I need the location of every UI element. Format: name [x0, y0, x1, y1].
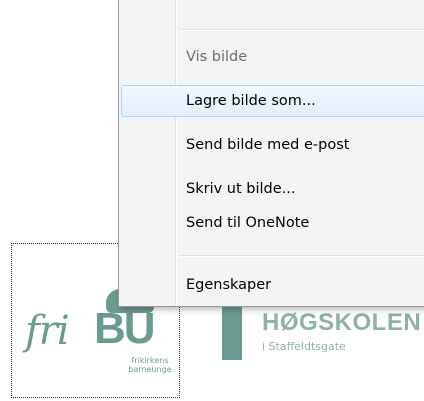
menu-separator	[179, 29, 424, 31]
menu-item-label: Lagre bilde som...	[186, 93, 316, 109]
menu-item-email-image[interactable]: Send bilde med e-post	[121, 129, 424, 161]
menu-separator	[179, 255, 424, 257]
fribu-logo-script-text: fri	[25, 308, 70, 354]
hogskolen-logo-subtitle: i Staffeldtsgate	[262, 340, 346, 353]
menu-item-label: Vis bilde	[186, 49, 248, 65]
menu-item-label: Egenskaper	[186, 277, 272, 293]
menu-item-properties[interactable]: Egenskaper	[121, 269, 424, 301]
menu-item-label: Send til OneNote	[186, 215, 310, 231]
menu-item-send-to-onenote[interactable]: Send til OneNote	[121, 207, 424, 239]
browser-viewport: fri BU frikirkens barneunge HØGSKOLEN i …	[0, 0, 424, 401]
fribu-logo-subtitle: frikirkens barneunge	[114, 356, 186, 374]
menu-item-print-image[interactable]: Skriv ut bilde...	[121, 173, 424, 205]
fribu-logo: fri BU frikirkens barneunge	[24, 289, 174, 379]
menu-item-label: Send bilde med e-post	[186, 137, 350, 153]
fribu-logo-block-text: BU	[94, 304, 156, 353]
fribu-subtitle-line-2: barneunge	[128, 365, 172, 374]
menu-item-label: Skriv ut bilde...	[186, 181, 296, 197]
image-context-menu: Vis bilde Lagre bilde som... Send bilde …	[118, 0, 424, 307]
fribu-subtitle-line-1: frikirkens	[131, 356, 169, 365]
hogskolen-logo-title: HØGSKOLEN	[262, 309, 422, 336]
menu-item-view-image[interactable]: Vis bilde	[121, 41, 424, 73]
menu-item-save-image-as[interactable]: Lagre bilde som...	[121, 85, 424, 117]
